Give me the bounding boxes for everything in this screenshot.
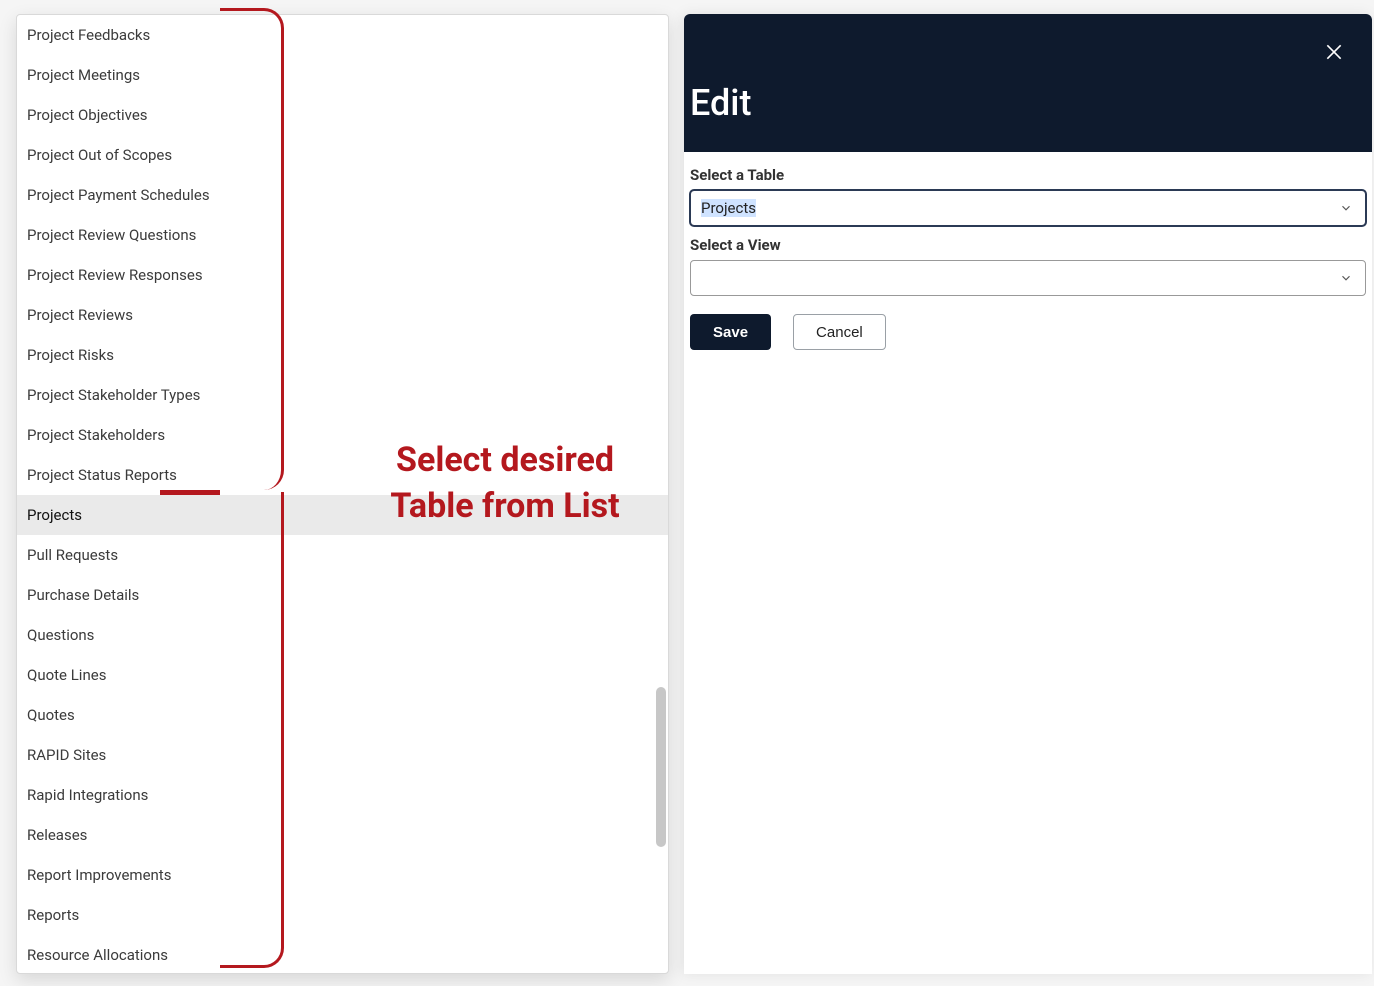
table-option[interactable]: Purchase Details [17, 575, 668, 615]
table-option[interactable]: Project Out of Scopes [17, 135, 668, 175]
table-option[interactable]: Project Stakeholder Types [17, 375, 668, 415]
select-table-value: Projects [701, 199, 756, 217]
table-option[interactable]: Project Review Responses [17, 255, 668, 295]
table-option[interactable]: Project Feedbacks [17, 15, 668, 55]
table-option[interactable]: Project Review Questions [17, 215, 668, 255]
save-button[interactable]: Save [690, 314, 771, 350]
close-icon [1324, 42, 1348, 62]
select-view-label: Select a View [690, 236, 1366, 254]
table-option[interactable]: Project Meetings [17, 55, 668, 95]
table-option[interactable]: Releases [17, 815, 668, 855]
select-table-label: Select a Table [690, 166, 1366, 184]
table-option[interactable]: Resource Allocations [17, 935, 668, 973]
table-option[interactable]: Project Stakeholders [17, 415, 668, 455]
table-option[interactable]: Reports [17, 895, 668, 935]
edit-header: Edit [684, 14, 1372, 152]
table-option[interactable]: Questions [17, 615, 668, 655]
table-option[interactable]: Project Reviews [17, 295, 668, 335]
select-view-dropdown[interactable] [690, 260, 1366, 296]
table-option[interactable]: RAPID Sites [17, 735, 668, 775]
table-option[interactable]: Project Payment Schedules [17, 175, 668, 215]
table-option[interactable]: Report Improvements [17, 855, 668, 895]
table-option[interactable]: Project Status Reports [17, 455, 668, 495]
table-dropdown-list[interactable]: Project FeedbacksProject MeetingsProject… [16, 14, 669, 974]
table-option[interactable]: Project Risks [17, 335, 668, 375]
chevron-down-icon [1339, 201, 1353, 215]
cancel-button[interactable]: Cancel [793, 314, 886, 350]
edit-title: Edit [690, 82, 751, 124]
dropdown-scrollbar[interactable] [656, 687, 666, 847]
table-option[interactable]: Quote Lines [17, 655, 668, 695]
table-option[interactable]: Pull Requests [17, 535, 668, 575]
table-option[interactable]: Quotes [17, 695, 668, 735]
table-option[interactable]: Rapid Integrations [17, 775, 668, 815]
table-option[interactable]: Projects [17, 495, 668, 535]
close-button[interactable] [1324, 42, 1348, 66]
edit-panel: Edit Select a Table Projects [684, 14, 1372, 974]
select-table-dropdown[interactable]: Projects [690, 190, 1366, 226]
table-option[interactable]: Project Objectives [17, 95, 668, 135]
chevron-down-icon [1339, 271, 1353, 285]
